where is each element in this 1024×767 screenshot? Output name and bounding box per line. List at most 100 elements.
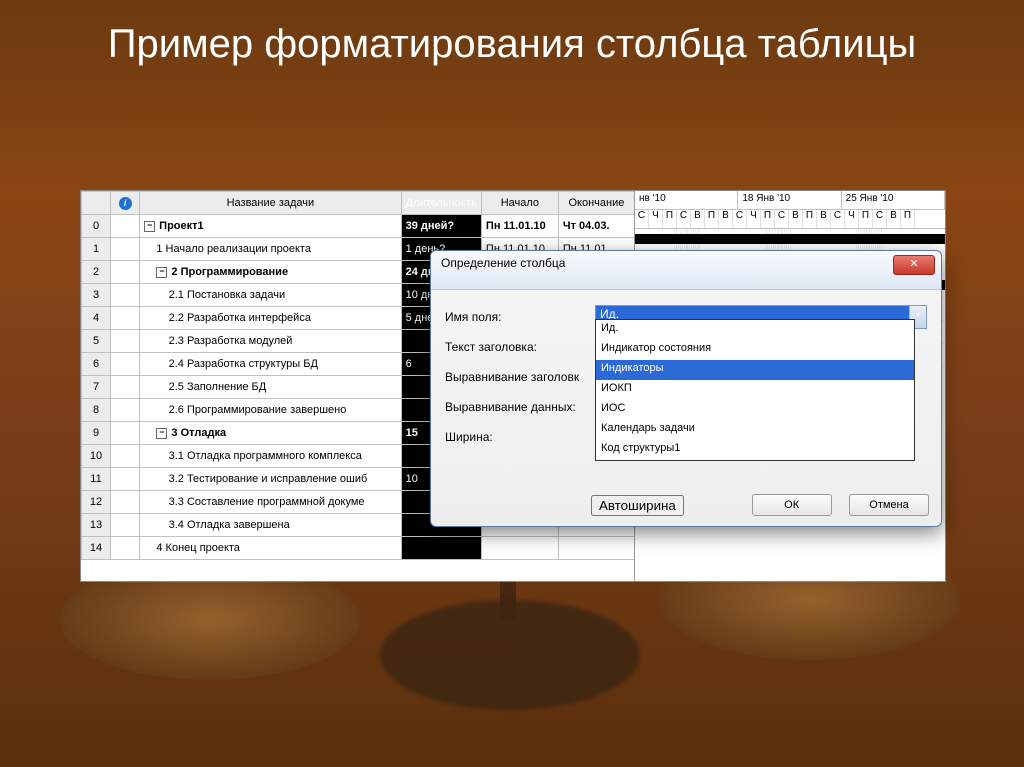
gantt-day: П xyxy=(901,210,915,228)
autowidth-button[interactable]: Автоширина xyxy=(591,495,684,516)
row-number: 2 xyxy=(82,261,111,284)
indicator-cell xyxy=(111,330,140,353)
gantt-day: С xyxy=(677,210,691,228)
gantt-day: С xyxy=(635,210,649,228)
label-width: Ширина: xyxy=(445,430,595,444)
gantt-day: В xyxy=(719,210,733,228)
gantt-day: В xyxy=(817,210,831,228)
gantt-day: В xyxy=(887,210,901,228)
label-data-align: Выравнивание данных: xyxy=(445,400,595,414)
scales-base xyxy=(380,600,640,710)
col-header-end[interactable]: Окончание xyxy=(558,192,634,215)
gantt-day: П xyxy=(859,210,873,228)
duration-cell[interactable]: 39 дней? xyxy=(401,215,481,238)
gantt-day: С xyxy=(873,210,887,228)
column-definition-dialog: Определение столбца ✕ Имя поля: Ид. ▾ Ид… xyxy=(430,250,942,527)
task-name-cell[interactable]: 4 Конец проекта xyxy=(140,537,401,560)
gantt-day: Ч xyxy=(747,210,761,228)
col-header-rownum[interactable] xyxy=(82,192,111,215)
end-cell[interactable] xyxy=(558,537,634,560)
task-name-cell[interactable]: 2.5 Заполнение БД xyxy=(140,376,401,399)
gantt-day: С xyxy=(733,210,747,228)
indicator-cell xyxy=(111,353,140,376)
task-name-cell[interactable]: 3.2 Тестирование и исправление ошиб xyxy=(140,468,401,491)
indicator-cell xyxy=(111,468,140,491)
indicator-cell xyxy=(111,238,140,261)
cancel-button[interactable]: Отмена xyxy=(849,494,929,516)
row-number: 0 xyxy=(82,215,111,238)
collapse-toggle[interactable]: − xyxy=(144,221,155,232)
dialog-title: Определение столбца xyxy=(441,256,565,270)
label-field-name: Имя поля: xyxy=(445,310,595,324)
gantt-day: В xyxy=(691,210,705,228)
row-number: 7 xyxy=(82,376,111,399)
field-name-dropdown[interactable]: Ид.Индикатор состоянияИндикаторыИОКПИОСК… xyxy=(595,319,915,461)
gantt-days-header: СЧПСВПВСЧПСВПВСЧПСВП xyxy=(635,210,945,229)
col-header-name[interactable]: Название задачи xyxy=(140,192,401,215)
row-number: 5 xyxy=(82,330,111,353)
row-number: 12 xyxy=(82,491,111,514)
task-name-cell[interactable]: 2.3 Разработка модулей xyxy=(140,330,401,353)
gantt-day: П xyxy=(705,210,719,228)
summary-bar[interactable] xyxy=(635,234,945,244)
gantt-day: П xyxy=(803,210,817,228)
label-title-align: Выравнивание заголовк xyxy=(445,370,595,384)
task-name-cell[interactable]: 1 Начало реализации проекта xyxy=(140,238,401,261)
start-cell[interactable] xyxy=(481,537,558,560)
row-number: 14 xyxy=(82,537,111,560)
dialog-titlebar[interactable]: Определение столбца ✕ xyxy=(431,251,941,290)
gantt-week: нв '10 xyxy=(635,191,738,209)
indicator-cell xyxy=(111,491,140,514)
gantt-day: Ч xyxy=(649,210,663,228)
task-name-cell[interactable]: −2 Программирование xyxy=(140,261,401,284)
indicator-cell xyxy=(111,537,140,560)
indicator-cell xyxy=(111,422,140,445)
row-number: 8 xyxy=(82,399,111,422)
indicator-cell xyxy=(111,215,140,238)
gantt-day: В xyxy=(789,210,803,228)
indicator-cell xyxy=(111,399,140,422)
task-name-cell[interactable]: 3.3 Составление программной докуме xyxy=(140,491,401,514)
end-cell[interactable]: Чт 04.03. xyxy=(558,215,634,238)
gantt-day: С xyxy=(831,210,845,228)
row-number: 11 xyxy=(82,468,111,491)
task-name-cell[interactable]: 2.1 Постановка задачи xyxy=(140,284,401,307)
table-row[interactable]: 0 −Проект139 дней?Пн 11.01.10Чт 04.03. xyxy=(82,215,635,238)
col-header-duration[interactable]: Длительность xyxy=(401,192,481,215)
gantt-day: П xyxy=(663,210,677,228)
dropdown-option[interactable]: Календарь задачи xyxy=(596,420,914,440)
dropdown-option[interactable]: Код структуры1 xyxy=(596,440,914,460)
gantt-day: С xyxy=(775,210,789,228)
indicator-cell xyxy=(111,514,140,537)
row-number: 3 xyxy=(82,284,111,307)
ok-button[interactable]: ОК xyxy=(752,494,832,516)
task-name-cell[interactable]: −3 Отладка xyxy=(140,422,401,445)
indicator-cell xyxy=(111,307,140,330)
col-header-indicator[interactable]: i xyxy=(111,192,140,215)
dropdown-option[interactable]: ИОКП xyxy=(596,380,914,400)
indicator-cell xyxy=(111,261,140,284)
task-name-cell[interactable]: 3.1 Отладка программного комплекса xyxy=(140,445,401,468)
dropdown-option[interactable]: Индикатор состояния xyxy=(596,340,914,360)
task-name-cell[interactable]: −Проект1 xyxy=(140,215,401,238)
row-number: 9 xyxy=(82,422,111,445)
indicator-cell xyxy=(111,284,140,307)
row-number: 10 xyxy=(82,445,111,468)
task-name-cell[interactable]: 2.4 Разработка структуры БД xyxy=(140,353,401,376)
indicator-cell xyxy=(111,376,140,399)
dialog-close-button[interactable]: ✕ xyxy=(893,255,935,275)
dropdown-option[interactable]: ИОС xyxy=(596,400,914,420)
dropdown-option[interactable]: Ид. xyxy=(596,320,914,340)
task-name-cell[interactable]: 3.4 Отладка завершена xyxy=(140,514,401,537)
row-number: 6 xyxy=(82,353,111,376)
table-row[interactable]: 14 4 Конец проекта xyxy=(82,537,635,560)
collapse-toggle[interactable]: − xyxy=(156,267,167,278)
collapse-toggle[interactable]: − xyxy=(156,428,167,439)
dropdown-option[interactable]: Индикаторы xyxy=(596,360,914,380)
col-header-start[interactable]: Начало xyxy=(481,192,558,215)
label-title-text: Текст заголовка: xyxy=(445,340,595,354)
task-name-cell[interactable]: 2.2 Разработка интерфейса xyxy=(140,307,401,330)
start-cell[interactable]: Пн 11.01.10 xyxy=(481,215,558,238)
task-name-cell[interactable]: 2.6 Программирование завершено xyxy=(140,399,401,422)
duration-cell[interactable] xyxy=(401,537,481,560)
